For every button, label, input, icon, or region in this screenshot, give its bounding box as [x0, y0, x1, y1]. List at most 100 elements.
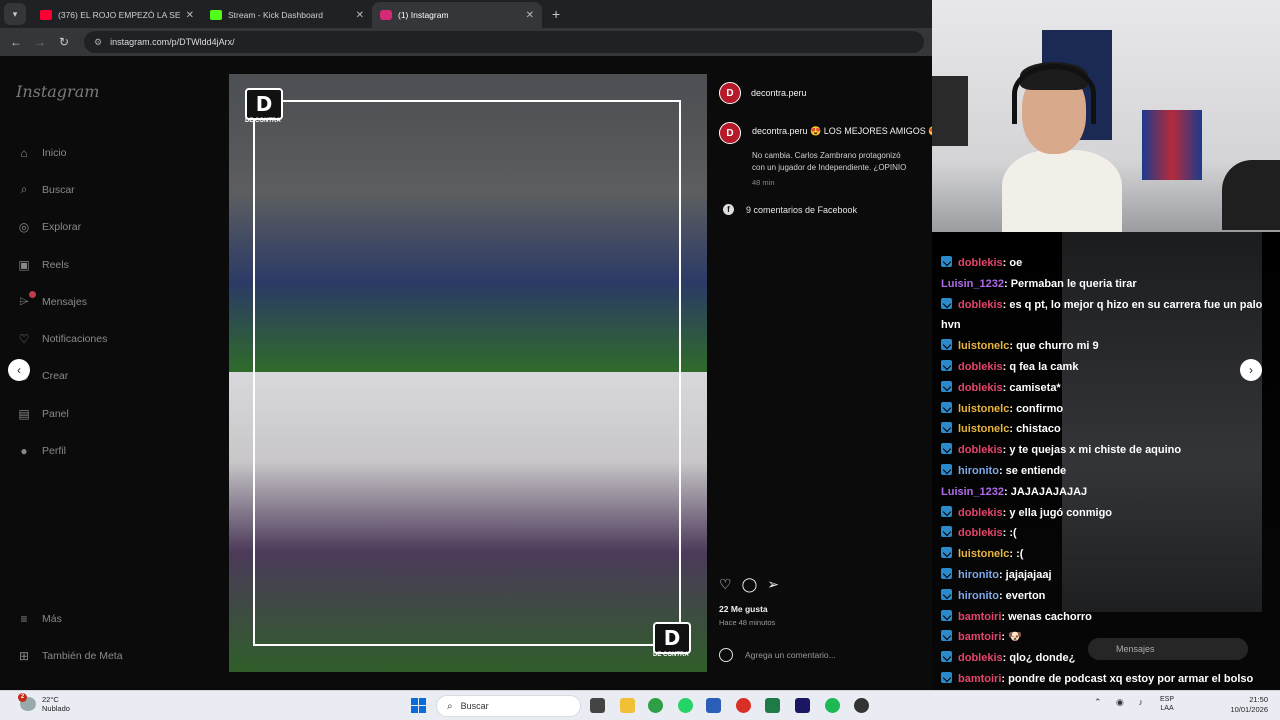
chat-username[interactable]: bamtoiri	[958, 673, 1001, 685]
chat-username[interactable]: luistonelc	[958, 548, 1009, 560]
comment-input[interactable]: Agrega un comentario...	[719, 648, 836, 662]
chat-username[interactable]: doblekis	[958, 507, 1003, 519]
chrome-icon[interactable]	[648, 698, 663, 713]
weather-condition: Nublado	[42, 704, 70, 713]
weather-widget[interactable]: 2 22°C Nublado	[18, 693, 70, 713]
chat-username[interactable]: hironito	[958, 465, 999, 477]
white-frame	[253, 100, 681, 646]
sidebar-item-buscar[interactable]: ⌕ Buscar	[16, 171, 107, 208]
chat-username[interactable]: hironito	[958, 590, 999, 602]
sidebar-item-explorar[interactable]: ◎ Explorar	[16, 209, 107, 246]
tab-youtube[interactable]: (376) EL ROJO EMPEZÓ LA SERIE ✕	[32, 2, 202, 28]
share-icon[interactable]: ➢	[767, 576, 789, 592]
tab-kick[interactable]: Stream - Kick Dashboard ✕	[202, 2, 372, 28]
author-name[interactable]: decontra.peru	[751, 88, 807, 98]
chat-username[interactable]: luistonelc	[958, 340, 1009, 352]
caption-author[interactable]: decontra.peru	[752, 126, 808, 136]
sidebar-item-meta[interactable]: ⊞ También de Meta	[16, 637, 123, 674]
streamer-shirt	[1002, 150, 1122, 232]
sidebar-item-label: Buscar	[42, 183, 75, 196]
next-post-arrow[interactable]: ›	[1240, 359, 1262, 381]
chat-username[interactable]: bamtoiri	[958, 611, 1001, 623]
tab-search-menu[interactable]: ▾	[4, 3, 26, 25]
chat-username[interactable]: bamtoiri	[958, 631, 1001, 643]
chat-text: : confirmo	[1009, 402, 1064, 415]
emoji-icon[interactable]	[719, 648, 733, 662]
spotify-icon[interactable]	[825, 698, 840, 713]
caption-avatar[interactable]: D	[719, 122, 741, 144]
heart-icon: ♡	[18, 332, 30, 347]
close-tab-icon[interactable]: ✕	[356, 10, 364, 21]
reload-icon[interactable]: ↻	[52, 35, 76, 49]
word-icon[interactable]	[706, 698, 721, 713]
sidebar-item-mas[interactable]: ≡ Más	[16, 600, 123, 637]
chat-text: : :(	[1002, 527, 1017, 540]
author-avatar[interactable]: D	[719, 82, 741, 104]
sidebar-item-notificaciones[interactable]: ♡ Notificaciones	[16, 320, 108, 357]
messenger-icon: ⌲	[16, 291, 36, 309]
sidebar-item-inicio[interactable]: ⌂ Inicio	[16, 134, 107, 171]
caption-text: No cambia. Carlos Zambrano protagonizó c…	[752, 150, 932, 173]
task-view-icon[interactable]	[590, 698, 605, 713]
chat-username[interactable]: doblekis	[958, 652, 1003, 664]
new-tab-icon[interactable]: +	[552, 6, 560, 22]
chat-username[interactable]: doblekis	[958, 257, 1003, 269]
sidebar-item-crear[interactable]: ⊕Crear	[16, 358, 107, 395]
taskbar-search[interactable]: ⌕ Buscar	[436, 695, 581, 717]
chat-text: : Permaban le queria tirar	[1003, 277, 1137, 290]
chat-message: doblekis: camiseta*	[941, 378, 1271, 399]
chat-username[interactable]: luistonelc	[958, 403, 1009, 415]
post-media[interactable]: D DE CONTRA D DE CONTRA	[229, 74, 707, 672]
instagram-logo[interactable]: Instagram	[16, 82, 99, 101]
date: 10/01/2026	[1230, 704, 1268, 714]
watermark-caption: DE CONTRA	[245, 118, 281, 124]
chat-username[interactable]: doblekis	[958, 527, 1003, 539]
close-tab-icon[interactable]: ✕	[186, 10, 194, 21]
sidebar-item-label: Inicio	[42, 146, 67, 159]
chat-username[interactable]: luistonelc	[958, 423, 1009, 435]
excel-icon[interactable]	[765, 698, 780, 713]
chat-username[interactable]: doblekis	[958, 444, 1003, 456]
chart-icon: ▤	[18, 406, 30, 421]
obs-icon[interactable]	[854, 698, 869, 713]
search-icon: ⌕	[447, 700, 453, 712]
premiere-icon[interactable]	[795, 698, 810, 713]
sidebar-item-panel[interactable]: ▤ Panel	[16, 395, 107, 432]
time: 21:50	[1249, 695, 1268, 704]
comment-icon[interactable]: ◯	[742, 576, 768, 592]
url-text: instagram.com/p/DTWldd4jArx/	[110, 37, 235, 47]
file-explorer-icon[interactable]	[620, 698, 635, 713]
facebook-icon: f	[723, 204, 734, 215]
close-tab-icon[interactable]: ✕	[526, 10, 534, 21]
kick-badge-icon	[941, 359, 952, 371]
app-icon[interactable]	[736, 698, 751, 713]
sidebar-item-perfil[interactable]: ● Perfil	[16, 432, 107, 469]
chat-username[interactable]: doblekis	[958, 361, 1003, 373]
back-icon[interactable]: ←	[4, 35, 28, 49]
facebook-comments-link[interactable]: f 9 comentarios de Facebook	[723, 204, 857, 215]
language-indicator[interactable]: ESP LAA	[1160, 695, 1174, 713]
hanging-jersey	[1142, 110, 1202, 180]
sidebar-item-reels[interactable]: ▣ Reels	[16, 246, 107, 283]
chat-message: luistonelc: chistaco	[941, 419, 1271, 440]
chat-username[interactable]: hironito	[958, 569, 999, 581]
chat-username[interactable]: Luisin_1232	[941, 278, 1004, 290]
like-icon[interactable]: ♡	[719, 576, 742, 592]
site-info-icon[interactable]: ⚙	[94, 37, 102, 48]
system-tray[interactable]: ⌃ ◉ ♪	[1094, 697, 1149, 708]
search-icon: ⌕	[20, 182, 28, 197]
whatsapp-icon[interactable]	[678, 698, 693, 713]
forward-icon[interactable]: →	[28, 35, 52, 49]
sidebar-item-mensajes[interactable]: ⌲ Mensajes	[16, 283, 107, 320]
messages-bubble[interactable]: Mensajes	[1088, 638, 1248, 660]
url-field[interactable]: ⚙ instagram.com/p/DTWldd4jArx/	[84, 31, 924, 53]
windows-start-icon[interactable]	[411, 698, 426, 713]
address-bar: ← → ↻ ⚙ instagram.com/p/DTWldd4jArx/	[0, 28, 932, 56]
clock[interactable]: 21:50 10/01/2026	[1228, 695, 1268, 714]
chat-username[interactable]: doblekis	[958, 382, 1003, 394]
tab-instagram[interactable]: (1) Instagram ✕	[372, 2, 542, 28]
chat-username[interactable]: Luisin_1232	[941, 486, 1004, 498]
chat-username[interactable]: doblekis	[958, 299, 1003, 311]
likes-count[interactable]: 22 Me gusta	[719, 604, 768, 614]
previous-post-arrow[interactable]: ‹	[8, 359, 30, 381]
